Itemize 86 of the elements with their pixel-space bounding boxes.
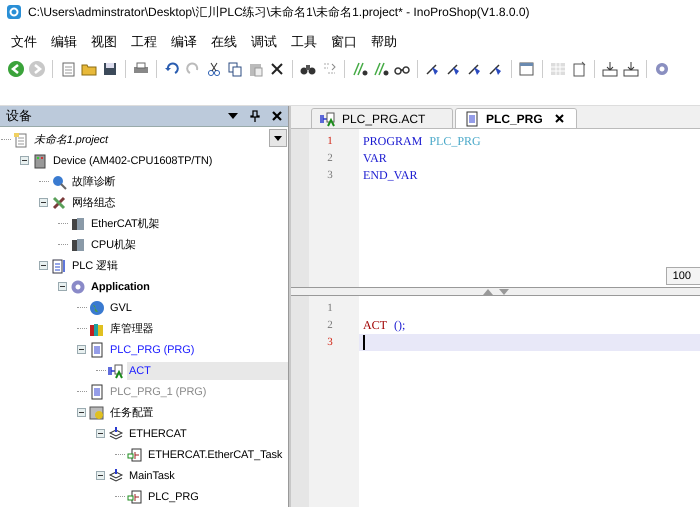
pin-icon[interactable] [250, 110, 260, 122]
cut-icon[interactable] [205, 60, 223, 78]
editor-tab[interactable]: PLC_PRG [455, 108, 577, 128]
document-icon [89, 342, 105, 358]
menu-item[interactable]: 帮助 [364, 33, 404, 51]
tree-item[interactable]: PLC_PRG_1 (PRG) [108, 382, 208, 400]
stack-icon [108, 426, 124, 442]
line-number: 1 [326, 301, 334, 316]
app-icon [6, 4, 22, 20]
tree-item[interactable]: ETHERCAT.EtherCAT_Task [146, 446, 284, 464]
menu-item[interactable]: 编辑 [44, 33, 84, 51]
save-icon[interactable] [101, 60, 119, 78]
tree-item[interactable]: GVL [108, 298, 134, 316]
tree-item[interactable]: CPU机架 [89, 234, 138, 255]
action-icon [108, 362, 124, 378]
menu-item[interactable]: 窗口 [324, 33, 364, 51]
document-icon [51, 258, 67, 274]
copy-icon[interactable] [226, 60, 244, 78]
collapse-icon[interactable] [58, 282, 67, 291]
window-title: C:\Users\adminstrator\Desktop\汇川PLC练习\未命名1\未命名1.project* - InoProShop(V1.8.0.0) [28, 4, 530, 20]
collapse-icon[interactable] [77, 345, 86, 354]
magnifier-icon [51, 174, 67, 190]
code-token: PROGRAM [363, 133, 422, 150]
collapse-icon[interactable] [20, 156, 29, 165]
tree-item[interactable]: PLC_PRG [146, 488, 201, 506]
menu-item[interactable]: 调试 [244, 33, 284, 51]
zoom-field[interactable]: 100 [666, 267, 700, 285]
code-token: END_VAR [363, 167, 418, 184]
code-token: PLC_PRG [429, 133, 481, 150]
line-number: 1 [326, 134, 334, 149]
project-icon [13, 132, 29, 148]
stack-icon [108, 468, 124, 484]
program-call-icon [127, 446, 143, 462]
tools-icon [51, 194, 67, 210]
collapse-icon[interactable] [39, 198, 48, 207]
line-number: 3 [326, 168, 334, 183]
tree-item[interactable]: PLC_PRG (PRG) [108, 340, 196, 358]
close-icon[interactable] [554, 114, 564, 123]
device-icon [32, 152, 48, 168]
line-number: 2 [326, 318, 334, 333]
program-call-icon [127, 488, 143, 504]
menu-item[interactable]: 视图 [84, 33, 124, 51]
tree-item[interactable]: EtherCAT机架 [89, 213, 162, 234]
tree-item[interactable]: 未命名1.project [32, 129, 110, 150]
document-icon [89, 384, 105, 400]
tree-item[interactable]: MainTask [127, 466, 177, 484]
dropdown-icon[interactable] [269, 129, 287, 147]
rack-icon [70, 216, 86, 232]
globe-icon [89, 300, 105, 316]
back-icon[interactable] [7, 60, 25, 78]
editor-tab[interactable]: PLC_PRG.ACT [311, 108, 453, 128]
dropdown-icon[interactable] [228, 113, 238, 119]
close-icon[interactable] [272, 111, 282, 121]
code-token: (); [394, 317, 406, 334]
tree-item[interactable]: 任务配置 [108, 402, 156, 423]
line-number: 2 [326, 151, 334, 166]
collapse-icon[interactable] [77, 408, 86, 417]
collapse-icon[interactable] [39, 261, 48, 270]
action-icon [320, 110, 336, 126]
tree-item[interactable]: ETHERCAT [127, 424, 189, 442]
menu-item[interactable]: 工程 [124, 33, 164, 51]
code-token: VAR [363, 150, 387, 167]
collapse-icon[interactable] [96, 429, 105, 438]
menu-item[interactable]: 在线 [204, 33, 244, 51]
comment-icon[interactable] [372, 60, 390, 78]
code-token: ACT [363, 317, 387, 334]
tree-item[interactable]: Device (AM402-CPU1608TP/TN) [51, 152, 214, 170]
gear-icon [70, 278, 86, 294]
menu-item[interactable]: 编译 [164, 33, 204, 51]
panel-title: 设备 [6, 107, 32, 125]
tree-item[interactable]: Application [89, 278, 152, 296]
menu-item[interactable]: 文件 [4, 33, 44, 51]
tree-item[interactable]: 故障诊断 [70, 171, 118, 192]
text-cursor [363, 335, 365, 350]
gear-icon[interactable] [653, 60, 671, 78]
rack-icon [70, 236, 86, 252]
document-icon [464, 110, 480, 126]
line-number: 3 [326, 335, 334, 350]
tree-item[interactable]: 库管理器 [108, 318, 156, 339]
tree-item[interactable]: 网络组态 [70, 192, 118, 213]
comment-icon[interactable] [351, 60, 369, 78]
task-config-icon [89, 404, 105, 420]
menu-item[interactable]: 工具 [284, 33, 324, 51]
tree-item[interactable]: ACT [127, 362, 288, 380]
tree-item[interactable]: PLC 逻辑 [70, 255, 120, 276]
collapse-icon[interactable] [96, 471, 105, 480]
